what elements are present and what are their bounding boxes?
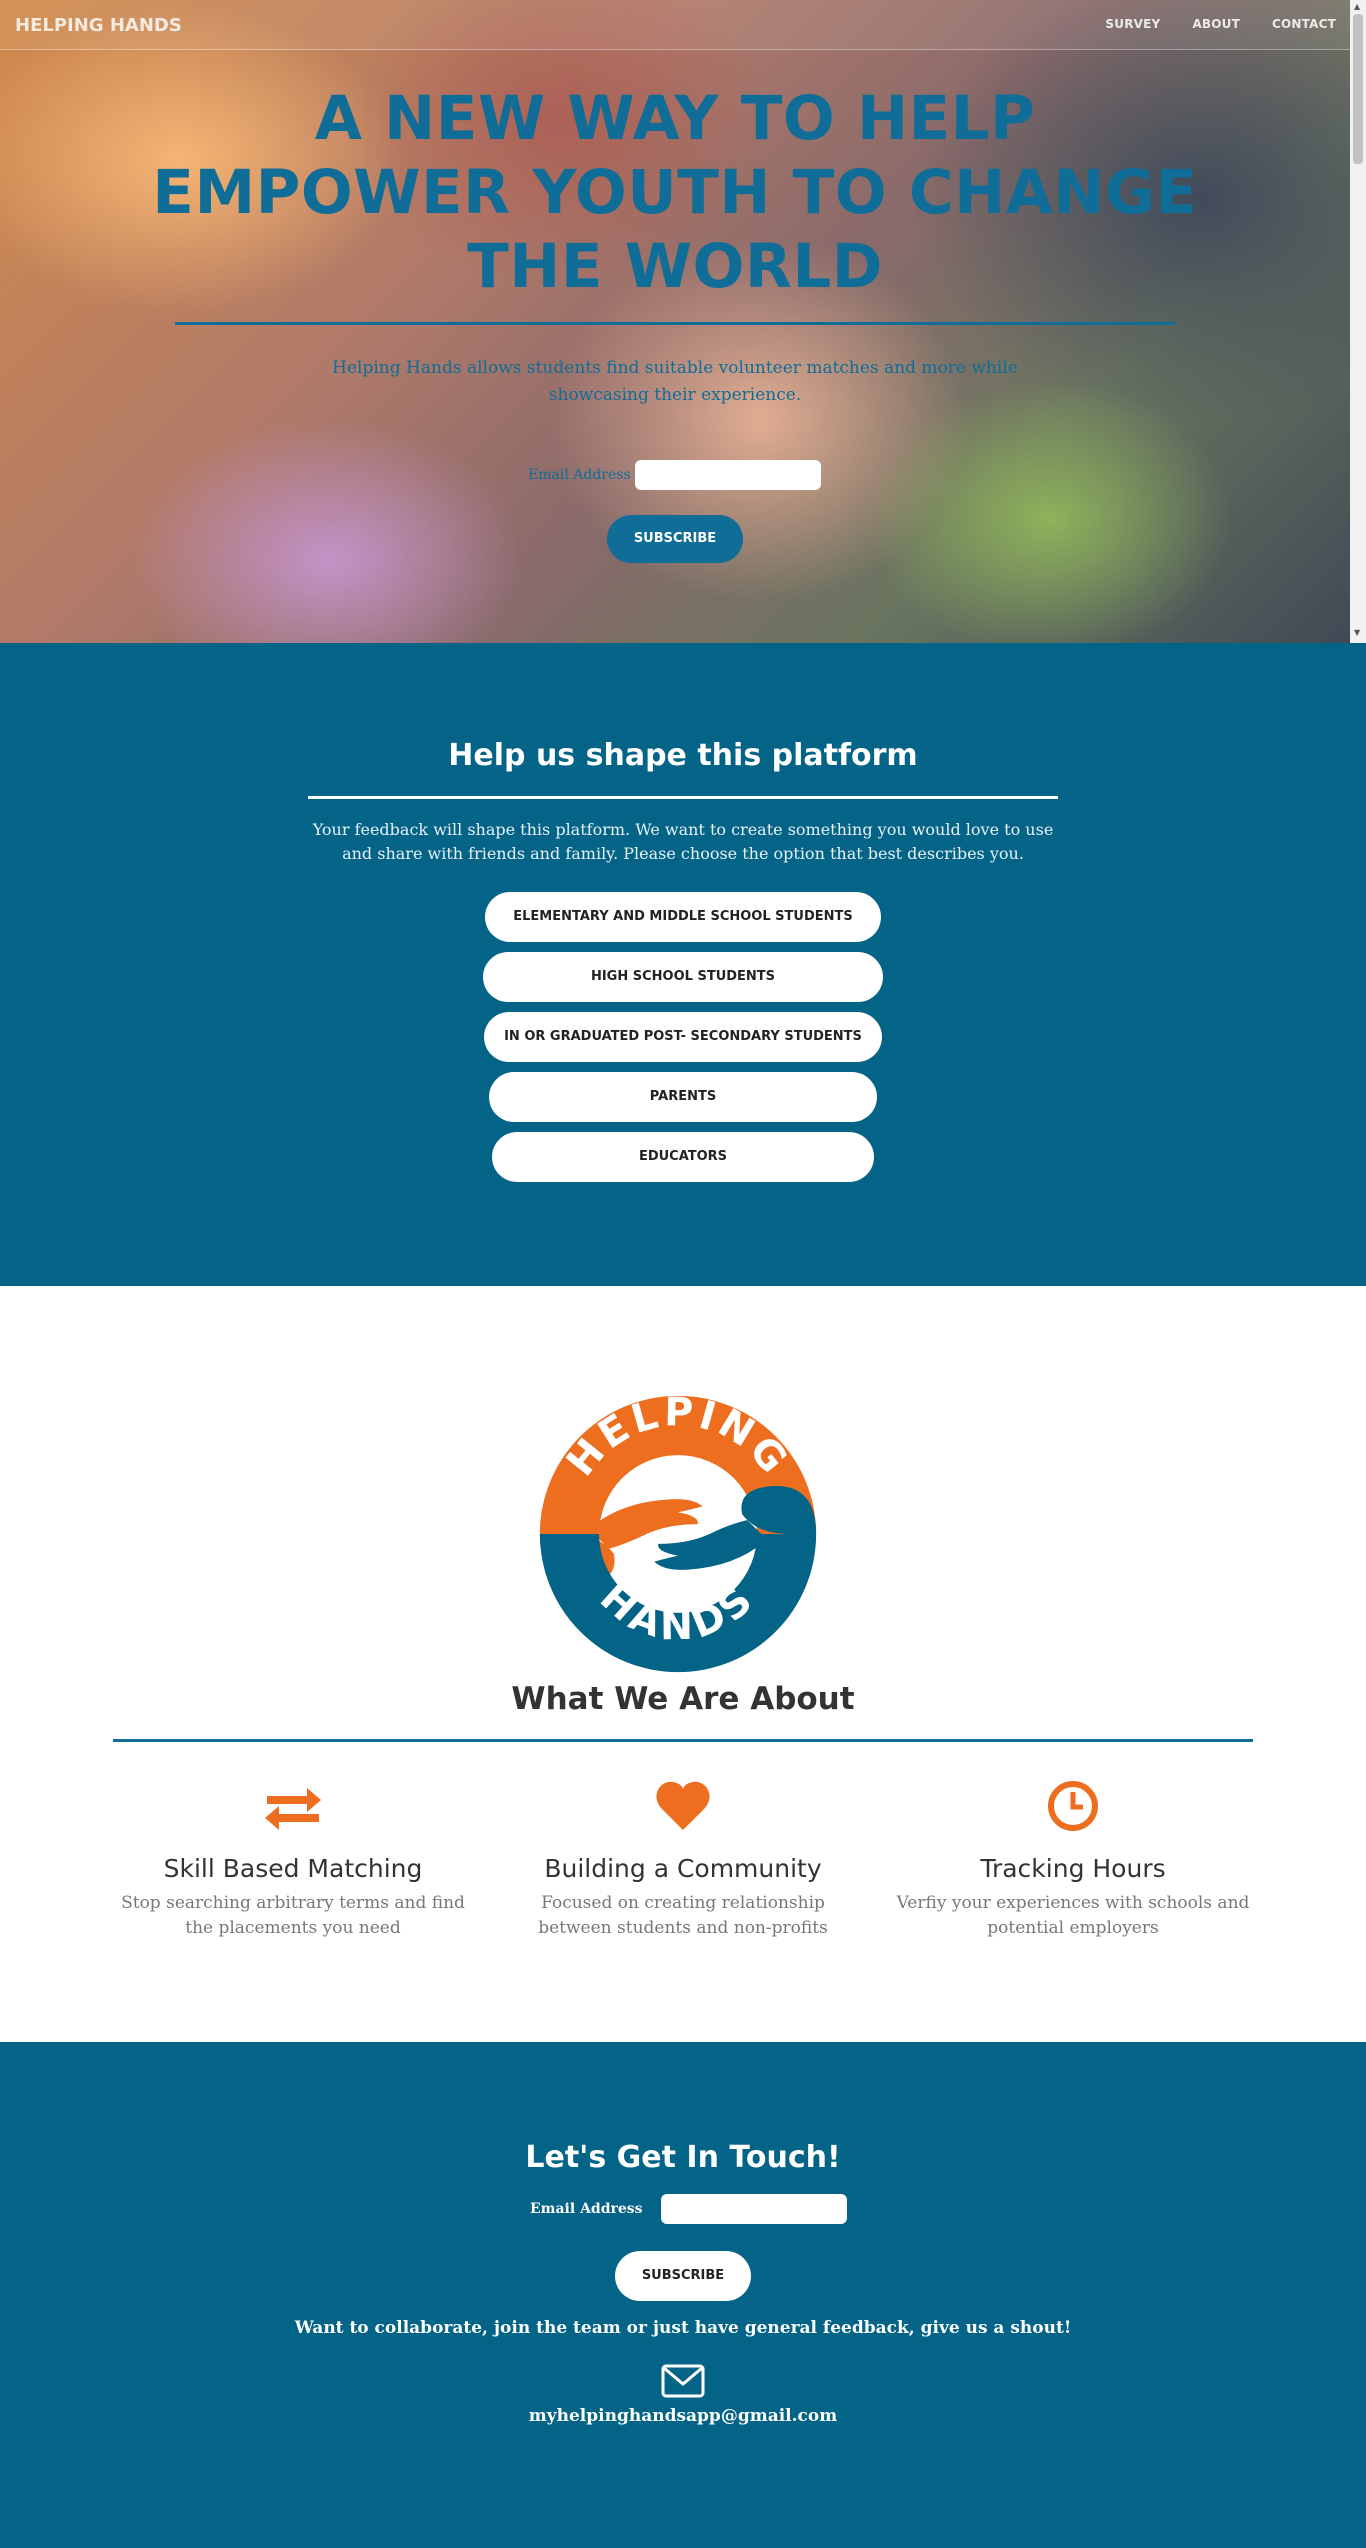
survey-description: Your feedback will shape this platform. …	[312, 820, 1054, 863]
hero-divider	[175, 322, 1175, 325]
exchange-arrows-icon	[265, 1788, 321, 1830]
option-high-school-button[interactable]: HIGH SCHOOL STUDENTS	[483, 952, 883, 1002]
nav-links: SURVEY ABOUT CONTACT	[1105, 17, 1336, 31]
option-post-secondary-button[interactable]: IN OR GRADUATED POST- SECONDARY STUDENTS	[484, 1012, 882, 1062]
feature-title: Tracking Hours	[980, 1854, 1166, 1883]
feature-skill-matching: Skill Based Matching Stop searching arbi…	[113, 1776, 473, 1941]
contact-note: Want to collaborate, join the team or ju…	[294, 2318, 1072, 2338]
about-title: What We Are About	[511, 1681, 855, 1717]
contact-email-input[interactable]	[660, 2194, 847, 2224]
hero-email-input[interactable]	[634, 460, 821, 490]
hero-section: A NEW WAY TO HELP EMPOWER YOUTH TO CHANG…	[0, 0, 1350, 643]
helping-hands-logo: HELPING HANDS	[539, 1389, 817, 1673]
nav-link-about[interactable]: ABOUT	[1192, 17, 1240, 31]
feature-text: Verfiy your experiences with schools and…	[896, 1893, 1250, 1938]
feature-text: Focused on creating relationship between…	[538, 1893, 828, 1938]
survey-divider	[308, 796, 1058, 799]
about-divider	[113, 1739, 1253, 1742]
brand-logo-text[interactable]: HELPING HANDS	[15, 15, 182, 36]
navbar: HELPING HANDS SURVEY ABOUT CONTACT	[0, 0, 1350, 50]
hero-subtitle: Helping Hands allows students find suita…	[332, 358, 1018, 405]
contact-title: Let's Get In Touch!	[525, 2140, 841, 2175]
hero-title: A NEW WAY TO HELP EMPOWER YOUTH TO CHANG…	[152, 83, 1198, 302]
contact-subscribe-button[interactable]: SUBSCRIBE	[615, 2251, 751, 2301]
about-section: HELPING HANDS What We Are About Skill Ba…	[0, 1286, 1366, 2042]
scroll-up-icon[interactable]: ▲	[1354, 2, 1360, 11]
heart-icon	[656, 1781, 710, 1830]
survey-title: Help us shape this platform	[448, 738, 918, 773]
feature-text: Stop searching arbitrary terms and find …	[121, 1893, 465, 1938]
contact-subscribe-form: Email Address	[530, 2194, 847, 2224]
nav-link-survey[interactable]: SURVEY	[1105, 17, 1160, 31]
page-scrollbar[interactable]: ▲ ▼	[1350, 0, 1366, 643]
scrollbar-thumb[interactable]	[1353, 14, 1363, 164]
envelope-icon	[661, 2364, 705, 2398]
feature-tracking-hours: Tracking Hours Verfiy your experiences w…	[893, 1776, 1253, 1941]
option-elementary-middle-button[interactable]: ELEMENTARY AND MIDDLE SCHOOL STUDENTS	[485, 892, 881, 942]
survey-section: Help us shape this platform Your feedbac…	[0, 643, 1366, 1286]
scroll-down-icon[interactable]: ▼	[1354, 628, 1360, 637]
hero-email-label: Email Address	[528, 467, 631, 483]
hero-subscribe-button[interactable]: SUBSCRIBE	[607, 515, 743, 563]
contact-email-label: Email Address	[530, 2201, 643, 2217]
feature-community: Building a Community Focused on creating…	[503, 1776, 863, 1941]
feature-title: Skill Based Matching	[163, 1854, 423, 1883]
feature-title: Building a Community	[544, 1854, 822, 1883]
option-educators-button[interactable]: EDUCATORS	[492, 1132, 874, 1182]
nav-link-contact[interactable]: CONTACT	[1272, 17, 1336, 31]
clock-icon	[1048, 1781, 1098, 1831]
hero-subscribe-form: Email Address	[528, 460, 821, 490]
contact-email-link[interactable]: myhelpinghandsapp@gmail.com	[0, 2406, 1366, 2426]
contact-section: Let's Get In Touch! Email Address SUBSCR…	[0, 2042, 1366, 2548]
option-parents-button[interactable]: PARENTS	[489, 1072, 877, 1122]
